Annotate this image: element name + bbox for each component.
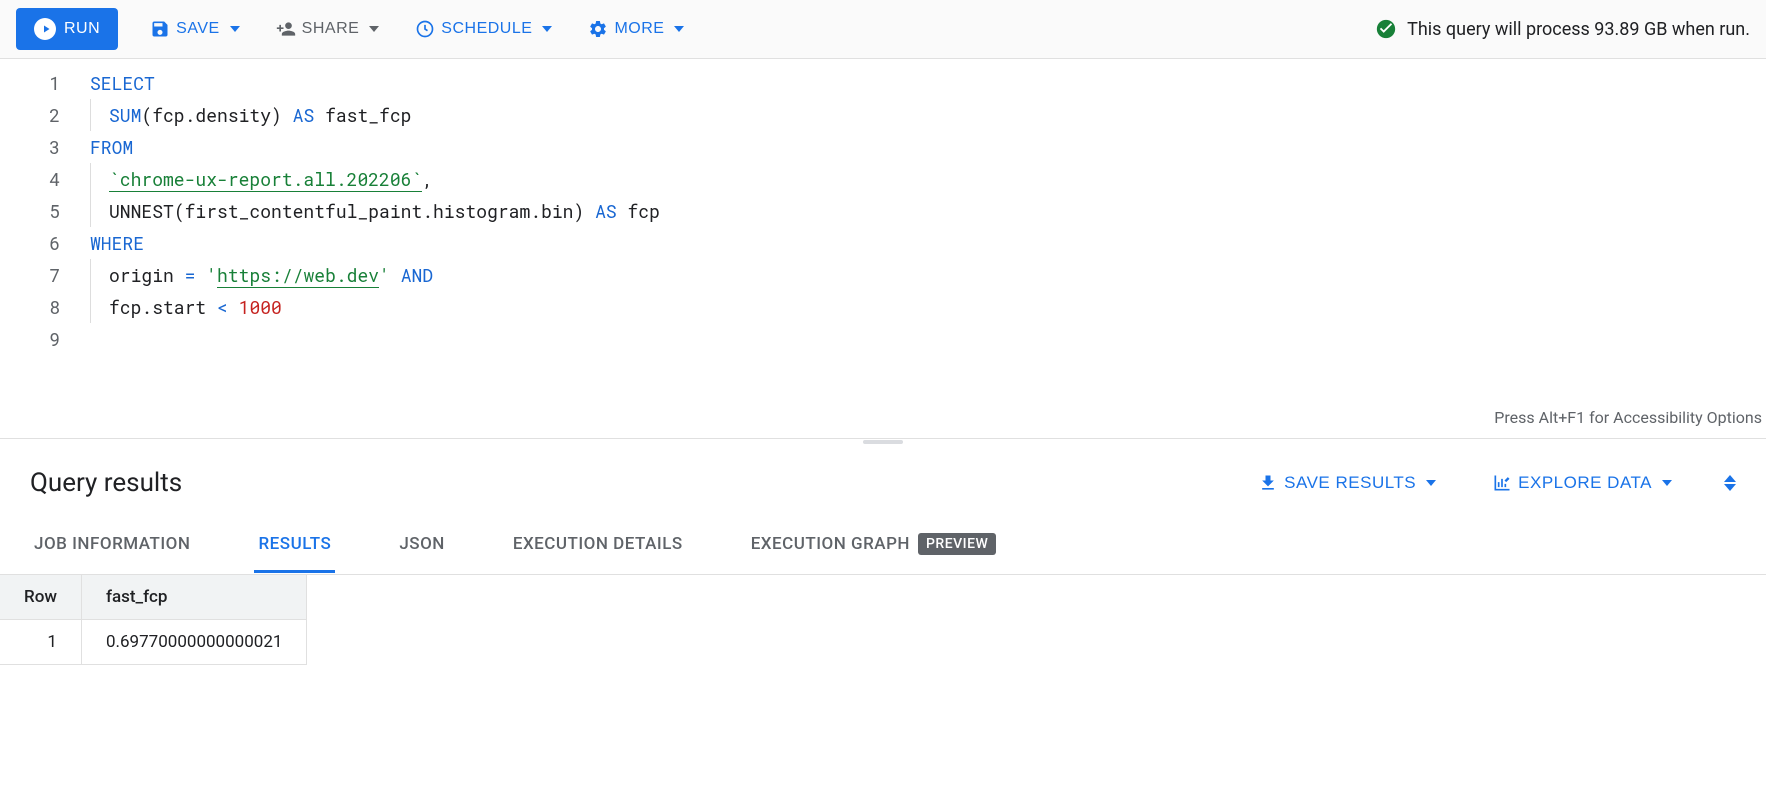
check-circle-icon xyxy=(1375,18,1397,40)
status-text: This query will process 93.89 GB when ru… xyxy=(1407,19,1750,40)
tab-results[interactable]: RESULTS xyxy=(254,518,335,573)
share-label: SHARE xyxy=(302,20,360,38)
preview-badge: PREVIEW xyxy=(918,533,996,555)
tab-execution-graph[interactable]: EXECUTION GRAPH PREVIEW xyxy=(747,517,1001,574)
explore-data-label: EXPLORE DATA xyxy=(1518,473,1652,493)
schedule-button[interactable]: SCHEDULE xyxy=(411,11,556,47)
share-button[interactable]: SHARE xyxy=(272,11,384,47)
gear-icon xyxy=(588,19,608,39)
results-tabs: JOB INFORMATION RESULTS JSON EXECUTION D… xyxy=(0,517,1766,575)
accessibility-hint: Press Alt+F1 for Accessibility Options xyxy=(1494,402,1762,434)
download-icon xyxy=(1258,473,1278,493)
chevron-down-icon xyxy=(1426,480,1436,486)
table-row[interactable]: 1 0.69770000000000021 xyxy=(0,620,307,665)
clock-icon xyxy=(415,19,435,39)
col-fast-fcp: fast_fcp xyxy=(81,575,306,620)
results-title: Query results xyxy=(30,468,182,498)
schedule-label: SCHEDULE xyxy=(441,20,532,38)
save-results-label: SAVE RESULTS xyxy=(1284,473,1416,493)
chevron-down-icon xyxy=(1662,480,1672,486)
explore-data-button[interactable]: EXPLORE DATA xyxy=(1488,465,1676,501)
tab-job-information[interactable]: JOB INFORMATION xyxy=(30,518,194,573)
results-table: Row fast_fcp 1 0.69770000000000021 xyxy=(0,575,307,665)
sql-editor[interactable]: 1 2 3 4 5 6 7 8 9 SELECT SUM(fcp.density… xyxy=(0,59,1766,439)
save-button[interactable]: SAVE xyxy=(146,11,244,47)
line-gutter: 1 2 3 4 5 6 7 8 9 xyxy=(0,59,70,438)
save-results-button[interactable]: SAVE RESULTS xyxy=(1254,465,1440,501)
cell-row-num: 1 xyxy=(0,620,81,665)
share-icon xyxy=(276,19,296,39)
code-area[interactable]: SELECT SUM(fcp.density) AS fast_fcp FROM… xyxy=(70,59,1766,438)
more-label: MORE xyxy=(614,20,664,38)
results-header: Query results SAVE RESULTS EXPLORE DATA xyxy=(0,445,1766,517)
play-icon xyxy=(34,18,56,40)
chevron-down-icon xyxy=(674,26,684,32)
query-status: This query will process 93.89 GB when ru… xyxy=(1375,18,1750,40)
col-row: Row xyxy=(0,575,81,620)
chart-icon xyxy=(1492,473,1512,493)
tab-json[interactable]: JSON xyxy=(395,518,449,573)
save-icon xyxy=(150,19,170,39)
chevron-down-icon xyxy=(369,26,379,32)
save-label: SAVE xyxy=(176,20,220,38)
tab-execution-details[interactable]: EXECUTION DETAILS xyxy=(509,518,687,573)
chevron-down-icon xyxy=(230,26,240,32)
expand-collapse-icon[interactable] xyxy=(1724,475,1736,491)
more-button[interactable]: MORE xyxy=(584,11,688,47)
table-header-row: Row fast_fcp xyxy=(0,575,307,620)
chevron-down-icon xyxy=(542,26,552,32)
toolbar: RUN SAVE SHARE SCHEDULE MORE This query … xyxy=(0,0,1766,59)
run-label: RUN xyxy=(64,20,100,38)
cell-fast-fcp: 0.69770000000000021 xyxy=(81,620,306,665)
run-button[interactable]: RUN xyxy=(16,8,118,50)
